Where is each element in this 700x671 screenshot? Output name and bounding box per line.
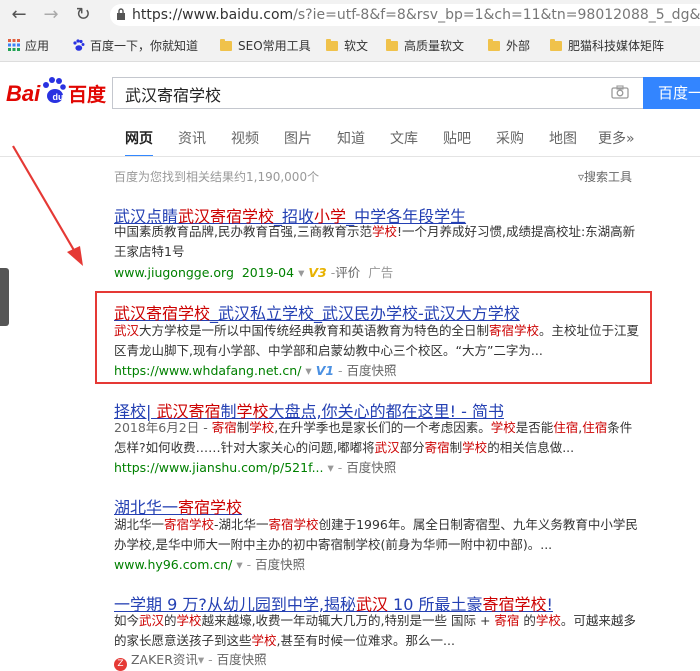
baidu-logo[interactable]: Bai du 百度 <box>6 74 106 108</box>
browser-chrome: ← → ↻ https://www.baidu.com/s?ie=utf-8&f… <box>0 0 700 62</box>
folder-icon <box>326 39 338 51</box>
bookmark-quality-ruanwen[interactable]: 高质量软文 <box>386 36 464 56</box>
result-meta: www.hy96.com.cn/ ▾ - 百度快照 <box>114 557 306 572</box>
camera-icon[interactable] <box>611 85 629 99</box>
tab-zhidao[interactable]: 知道 <box>337 128 365 148</box>
result-meta: https://www.whdafang.net.cn/ ▾ V1 - 百度快照 <box>114 363 397 378</box>
tab-map[interactable]: 地图 <box>549 128 577 148</box>
side-panel-tab[interactable] <box>0 268 9 326</box>
bookmark-apps[interactable]: 应用 <box>8 36 49 56</box>
forward-icon[interactable]: → <box>40 4 62 25</box>
folder-icon <box>220 39 232 51</box>
baidu-paw-icon <box>73 39 85 51</box>
back-icon[interactable]: ← <box>8 4 30 25</box>
tab-tieba[interactable]: 贴吧 <box>443 128 471 148</box>
result-meta: www.jiugongge.org 2019-04 ▾ V3 -评价 广告 <box>114 265 394 280</box>
result-url[interactable]: www.jiugongge.org <box>114 265 234 280</box>
bookmark-seo-tools[interactable]: SEO常用工具 <box>220 36 311 56</box>
tab-more[interactable]: 更多» <box>598 128 635 148</box>
search-tools-button[interactable]: ▿搜索工具 <box>578 168 632 185</box>
apps-grid-icon <box>8 39 20 51</box>
v-badge-icon[interactable]: V1 <box>316 363 334 378</box>
snapshot-link[interactable]: 百度快照 <box>346 460 396 475</box>
bookmark-ruanwen[interactable]: 软文 <box>326 36 368 56</box>
bookmark-baidu[interactable]: 百度一下，你就知道 <box>72 36 198 56</box>
v-badge-icon[interactable]: V3 <box>308 265 326 280</box>
url-text: https://www.baidu.com/s?ie=utf-8&f=8&rsv… <box>132 7 700 23</box>
result-abstract: 湖北华一寄宿学校-湖北华一寄宿学校创建于1996年。属全日制寄宿型、九年义务教育… <box>114 517 638 552</box>
result-url[interactable]: https://www.jianshu.com/p/521f... <box>114 460 324 475</box>
svg-text:Bai: Bai <box>6 81 41 106</box>
tab-purchase[interactable]: 采购 <box>496 128 524 148</box>
tabs-divider <box>0 156 700 157</box>
result-url[interactable]: https://www.whdafang.net.cn/ <box>114 363 301 378</box>
dropdown-icon[interactable]: ▾ <box>305 363 311 378</box>
result-count: 百度为您找到相关结果约1,190,000个 <box>114 170 320 184</box>
svg-text:百度: 百度 <box>68 83 106 106</box>
result-abstract: 中国素质教育品牌,民办教育百强,三商教育示范学校!一个月养成好习惯,成绩提高校址… <box>114 224 636 259</box>
tab-wenku[interactable]: 文库 <box>390 128 418 148</box>
bookmark-feimao[interactable]: 肥猫科技媒体矩阵 <box>550 36 664 56</box>
snapshot-link[interactable]: 百度快照 <box>255 557 305 572</box>
tab-images[interactable]: 图片 <box>284 128 312 148</box>
search-tabs: 网页 资讯 视频 图片 知道 文库 贴吧 采购 地图 更多» <box>0 128 700 157</box>
svg-text:du: du <box>53 92 64 102</box>
result-abstract: 如今武汉的学校越来越壕,收费一年动辄大几万的,特别是一些 国际 + 寄宿 的学校… <box>114 613 636 648</box>
folder-icon <box>386 39 398 51</box>
search-button[interactable]: 百度一 <box>643 77 700 109</box>
dropdown-icon[interactable]: ▾ <box>327 460 333 475</box>
dropdown-icon[interactable]: ▾ <box>298 265 304 280</box>
result-abstract: 武汉大方学校是一所以中国传统经典教育和英语教育为特色的全日制寄宿学校。主校址位于… <box>114 323 640 358</box>
folder-icon <box>550 39 562 51</box>
lock-icon <box>117 8 125 20</box>
dropdown-icon[interactable]: ▾ <box>236 557 242 572</box>
zaker-logo-icon: Z <box>114 658 127 671</box>
tab-video[interactable]: 视频 <box>231 128 259 148</box>
search-box[interactable] <box>112 77 643 109</box>
snapshot-link[interactable]: 百度快照 <box>347 363 397 378</box>
tab-web[interactable]: 网页 <box>125 128 153 157</box>
tab-news[interactable]: 资讯 <box>178 128 206 148</box>
result-url[interactable]: www.hy96.com.cn/ <box>114 557 232 572</box>
result-abstract: 2018年6月2日 - 寄宿制学校,在升学季也是家长们的一个考虑因素。学校是否能… <box>114 420 633 455</box>
dropdown-icon[interactable]: ▾ <box>198 652 204 667</box>
result-source[interactable]: ZAKER资讯 <box>131 652 198 667</box>
ad-label: 广告 <box>368 265 394 280</box>
reload-icon[interactable]: ↻ <box>72 4 94 25</box>
result-meta: Z ZAKER资讯▾ - 百度快照 <box>114 652 267 671</box>
annotation-arrow <box>12 145 83 266</box>
folder-icon <box>488 39 500 51</box>
bookmark-external[interactable]: 外部 <box>488 36 530 56</box>
address-bar[interactable]: https://www.baidu.com/s?ie=utf-8&f=8&rsv… <box>110 4 700 26</box>
snapshot-link[interactable]: 百度快照 <box>217 652 267 667</box>
comment-link[interactable]: 评价 <box>335 265 360 280</box>
result-meta: https://www.jianshu.com/p/521f... ▾ - 百度… <box>114 460 397 475</box>
search-input[interactable] <box>123 83 607 105</box>
